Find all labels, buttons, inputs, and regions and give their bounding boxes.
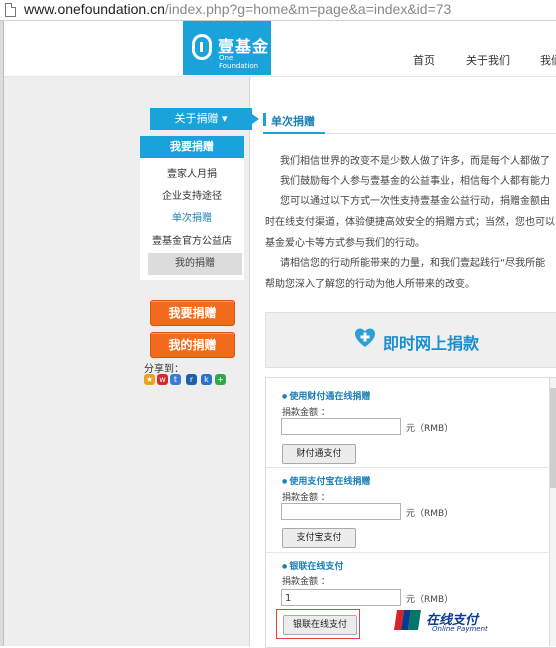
site-logo[interactable]: 壹基金 One Foundation	[183, 21, 271, 75]
tenpay-unit: 元（RMB）	[406, 424, 454, 434]
nav-home[interactable]: 首页	[413, 52, 435, 68]
method-divider	[266, 467, 548, 468]
tenpay-amount-label: 捐款金额 ：	[282, 408, 330, 418]
unionpay-logo-icon	[394, 610, 421, 630]
url-text: www.onefoundation.cn/index.php?g=home&m=…	[24, 1, 452, 17]
qzone-share-icon[interactable]: ★	[144, 374, 155, 385]
renren-share-icon[interactable]: r	[186, 374, 197, 385]
my-donation-button[interactable]: 我的捐赠	[150, 332, 235, 358]
intro-paragraph-3-end: 基金爱心卡等方式参与我们的行动。	[265, 238, 425, 249]
sidebar-item-donate[interactable]: 我要捐赠	[140, 136, 244, 158]
tab-single-donation[interactable]: 单次捐赠	[271, 113, 315, 129]
unionpay-amount-label: 捐款金额 ：	[282, 577, 330, 587]
unionpay-unit: 元（RMB）	[406, 595, 454, 605]
alipay-amount-label: 捐款金额 ：	[282, 493, 330, 503]
unionpay-amount-input[interactable]: 1	[281, 589, 401, 606]
address-bar[interactable]: www.onefoundation.cn/index.php?g=home&m=…	[0, 0, 556, 21]
weibo-share-icon[interactable]: w	[157, 374, 168, 385]
sidebar-divider	[249, 77, 250, 646]
online-payment-en: Online Payment	[432, 625, 488, 633]
alipay-amount-input[interactable]	[281, 503, 401, 520]
site-header	[4, 21, 556, 77]
nav-ours[interactable]: 我们	[540, 52, 556, 68]
scroll-thumb[interactable]	[550, 388, 556, 488]
sidebar-item-monthly[interactable]: 壹家人月捐	[140, 165, 244, 180]
intro-paragraph-3: 您可以通过以下方式一次性支持壹基金公益行动，捐赠金额由	[280, 196, 550, 207]
tqq-share-icon[interactable]: t	[170, 374, 181, 385]
alipay-unit: 元（RMB）	[406, 509, 454, 519]
more-share-icon[interactable]: +	[215, 374, 226, 385]
heart-plus-icon	[355, 328, 375, 347]
intro-paragraph-4: 请相信您的行动所能带来的力量，和我们壹起践行“尽我所能	[280, 258, 546, 269]
logo-mark-icon	[192, 34, 212, 60]
tab-underline	[263, 132, 325, 134]
unionpay-title: 银联在线支付	[282, 559, 343, 572]
tenpay-pay-button[interactable]: 财付通支付	[282, 444, 356, 464]
sidebar-item-my-donation[interactable]: 我的捐赠	[148, 253, 242, 275]
share-label: 分享到：	[144, 364, 184, 375]
about-donation-label: 关于捐赠	[174, 112, 219, 125]
sidebar-item-single[interactable]: 单次捐赠	[140, 209, 244, 224]
tenpay-amount-input[interactable]	[281, 418, 401, 435]
nav-about[interactable]: 关于我们	[466, 52, 510, 68]
donate-now-button[interactable]: 我要捐赠	[150, 300, 235, 326]
sidebar-item-shop[interactable]: 壹基金官方公益店	[140, 232, 244, 247]
logo-text-en: One Foundation	[219, 54, 259, 70]
intro-paragraph-3-cont: 时在线支付渠道，体验便捷高效安全的捐赠方式；当然，您也可以	[265, 217, 555, 228]
alipay-title: 使用支付宝在线捐赠	[282, 474, 370, 487]
caret-down-icon: ▾	[221, 112, 228, 125]
method-divider	[266, 552, 548, 553]
intro-paragraph-4-end: 帮助您深入了解您的行动为他人所带来的改变。	[265, 279, 475, 290]
alipay-pay-button[interactable]: 支付宝支付	[282, 528, 356, 548]
tenpay-title: 使用财付通在线捐赠	[282, 389, 370, 402]
online-donation-banner: 即时网上捐款	[265, 312, 556, 368]
page-icon	[5, 3, 16, 17]
intro-paragraph-2: 我们鼓励每个人参与壹基金的公益事业，相信每个人都有能力	[280, 176, 550, 187]
about-donation-tab[interactable]: 关于捐赠 ▾	[150, 108, 259, 130]
unionpay-pay-button[interactable]: 银联在线支付	[283, 615, 357, 635]
kaixin-share-icon[interactable]: k	[201, 374, 212, 385]
sidebar-item-enterprise[interactable]: 企业支持途径	[140, 187, 244, 202]
tab-marker	[263, 113, 266, 126]
intro-paragraph-1: 我们相信世界的改变不是少数人做了许多，而是每个人都做了	[280, 156, 550, 167]
online-donation-title: 即时网上捐款	[383, 334, 480, 353]
